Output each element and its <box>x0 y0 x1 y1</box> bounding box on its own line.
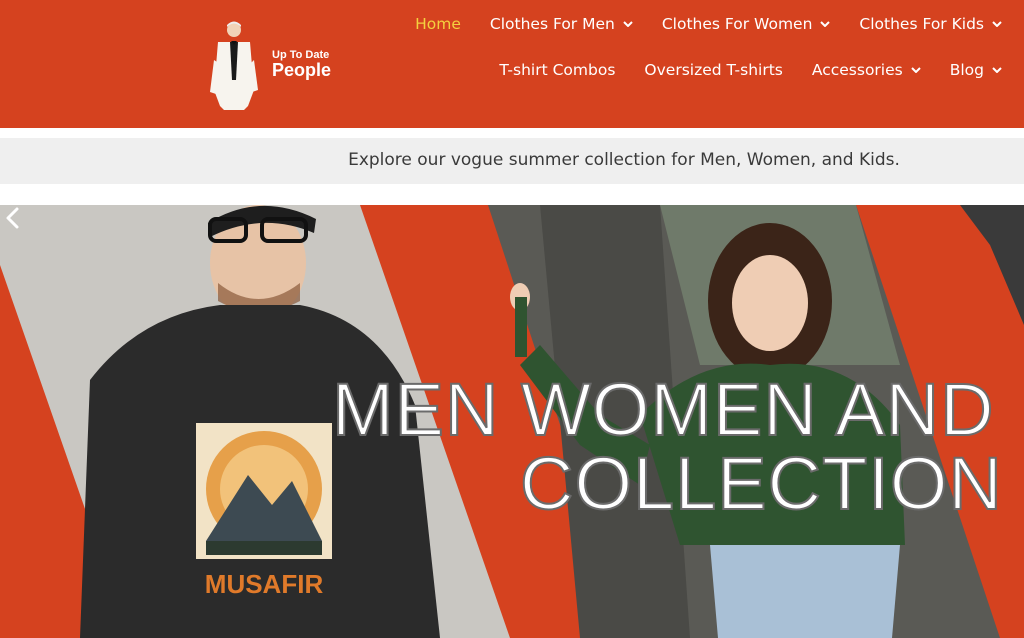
nav-label: Clothes For Men <box>489 15 615 33</box>
woman-jeans <box>710 545 900 638</box>
main-navigation: Home Clothes For Men Clothes For Women C… <box>404 0 1024 128</box>
nav-row-secondary: T-shirt Combos Oversized T-shirts Access… <box>470 59 1002 81</box>
hero-title-line-2: COLLECTION <box>519 442 1003 525</box>
nav-label: Clothes For Women <box>661 15 813 33</box>
chevron-down-icon <box>911 67 921 73</box>
nav-label: T-shirt Combos <box>499 61 616 79</box>
nav-label: Blog <box>949 61 984 79</box>
woman-face <box>732 255 808 351</box>
hero-title-line-1: MEN WOMEN AND <box>331 368 995 451</box>
nav-label: Oversized T-shirts <box>644 61 783 79</box>
chevron-down-icon <box>820 21 831 27</box>
chevron-down-icon <box>992 67 1002 73</box>
site-header: Up To Date People Home Clothes For Men C… <box>0 0 1024 128</box>
nav-item-clothes-for-women[interactable]: Clothes For Women <box>662 13 831 35</box>
nav-item-home[interactable]: Home <box>415 13 461 35</box>
site-logo[interactable]: Up To Date People <box>208 20 338 110</box>
nav-item-oversized-tshirts[interactable]: Oversized T-shirts <box>644 59 782 81</box>
nav-item-clothes-for-men[interactable]: Clothes For Men <box>490 13 633 35</box>
nav-label: Home <box>415 15 461 33</box>
chevron-down-icon <box>992 21 1002 27</box>
logo-line-2: People <box>272 60 332 81</box>
nav-item-blog[interactable]: Blog <box>950 59 1002 81</box>
logo-wordmark: Up To Date People <box>272 49 332 81</box>
nav-label: Clothes For Kids <box>859 15 984 33</box>
nav-row-primary: Home Clothes For Men Clothes For Women C… <box>386 13 1002 35</box>
nav-label: Accessories <box>811 61 903 79</box>
tagline-bar: Explore our vogue summer collection for … <box>0 138 1024 184</box>
nav-item-tshirt-combos[interactable]: T-shirt Combos <box>499 59 615 81</box>
sweatshirt-print-text: MUSAFIR <box>205 569 324 599</box>
hero-banner: MUSAFIR MEN WOMEN AND COLLECTION <box>0 205 1024 638</box>
logo-man-figure-icon <box>210 21 258 110</box>
tagline-text: Explore our vogue summer collection for … <box>348 150 900 170</box>
chevron-down-icon <box>623 21 633 27</box>
nav-item-accessories[interactable]: Accessories <box>812 59 921 81</box>
chevron-left-icon[interactable] <box>0 205 26 231</box>
nav-item-clothes-for-kids[interactable]: Clothes For Kids <box>859 13 1002 35</box>
